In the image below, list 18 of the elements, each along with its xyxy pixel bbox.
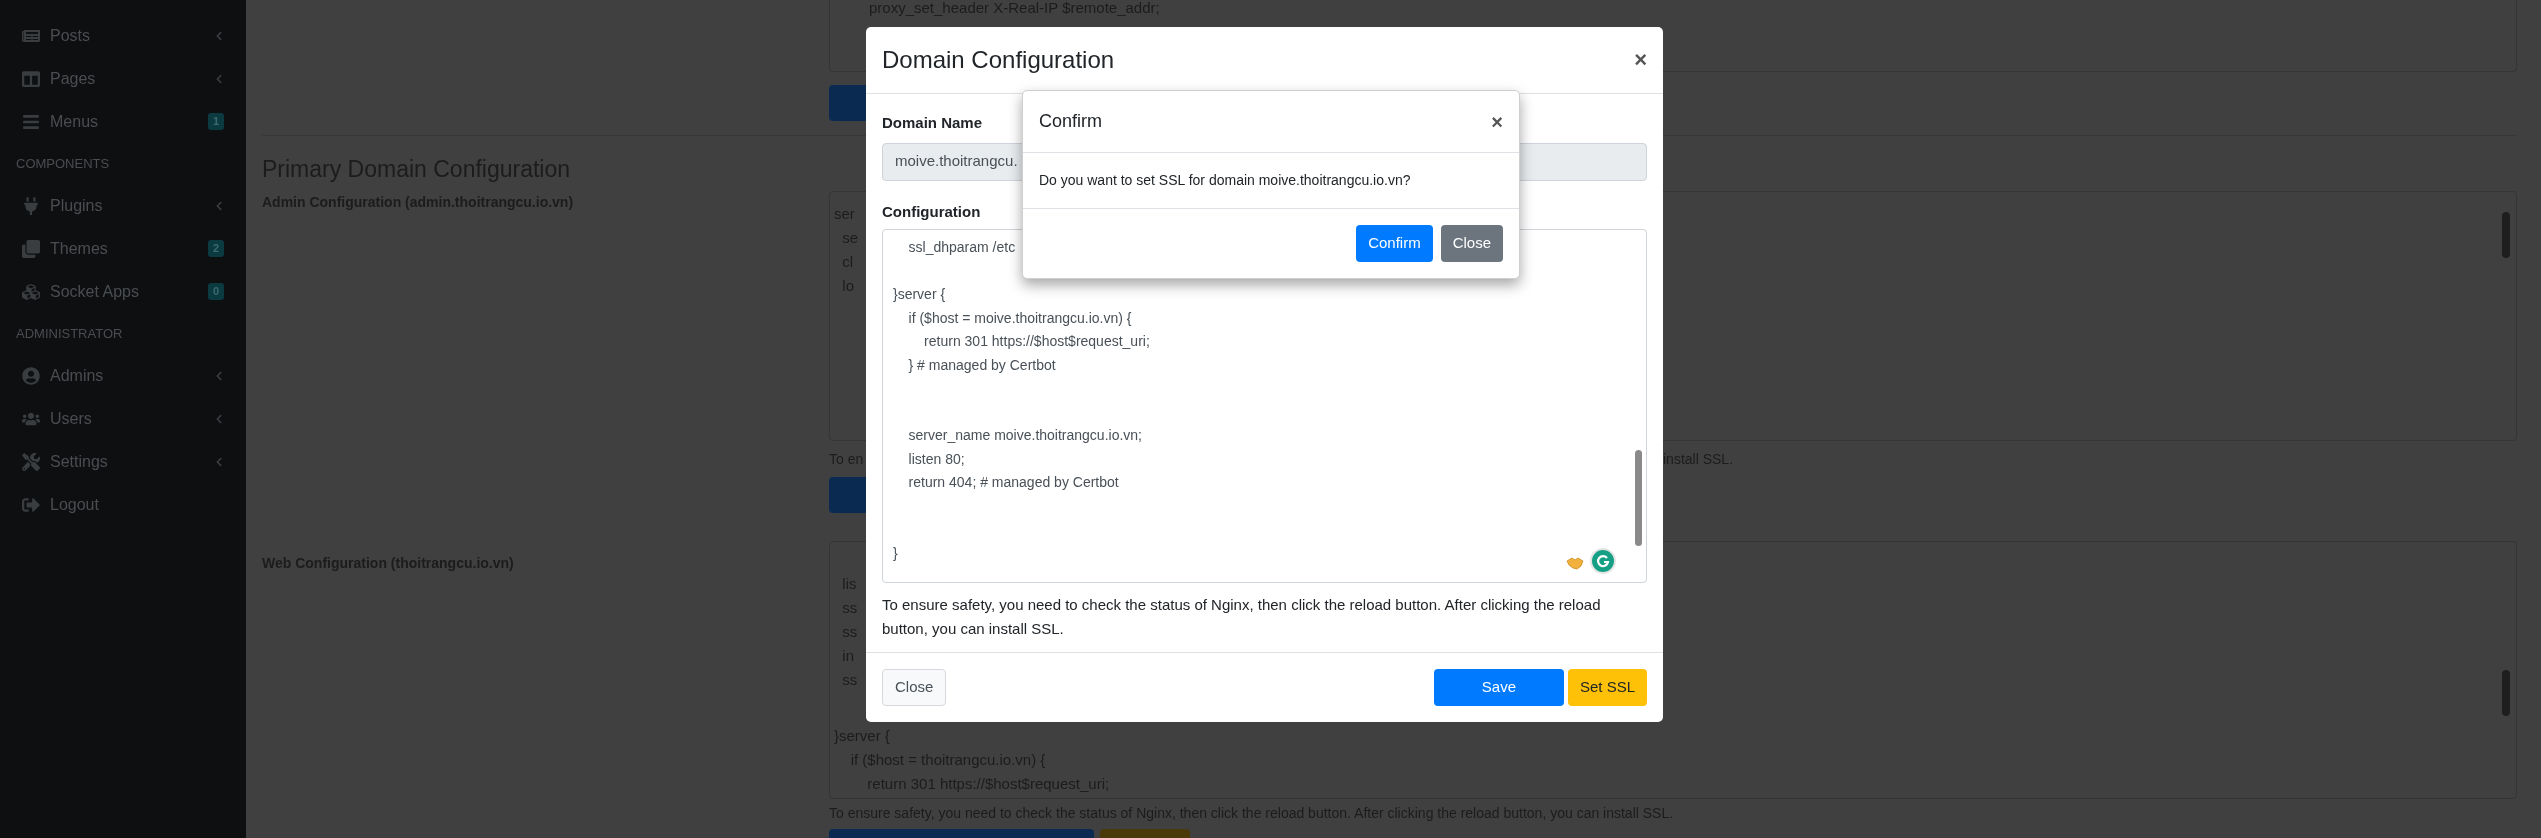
dialog-title: Domain Configuration (882, 45, 1115, 75)
sidebar-item-label: Posts (50, 25, 91, 46)
sidebar-item-label: Admins (50, 365, 105, 386)
dialog-title: Confirm (1039, 110, 1102, 133)
confirm-message: Do you want to set SSL for domain moive.thoitrangcu.io.vn? (1039, 171, 1411, 190)
sidebar-item-label: Themes (50, 238, 109, 259)
sidebar-item-label: Socket Apps (50, 281, 140, 302)
field-label: Configuration (882, 201, 981, 222)
sidebar-item-label: Logout (50, 494, 100, 515)
sidebar-section-header: ADMINISTRATOR (15, 324, 124, 343)
sidebar-item-label: Plugins (50, 195, 104, 216)
sidebar-item-label: Settings (50, 451, 109, 472)
sidebar-section-header: COMPONENTS (15, 154, 111, 173)
help-text: To ensure safety, you need to check the status of Nginx, then click the reload button. After clicking the reload button, you can install SSL. (882, 595, 1602, 639)
field-label: Domain Name (882, 113, 983, 133)
sidebar-item-label: Pages (50, 68, 97, 89)
sidebar-item-label: Users (50, 408, 93, 429)
sidebar-item-label: Menus (50, 111, 100, 132)
